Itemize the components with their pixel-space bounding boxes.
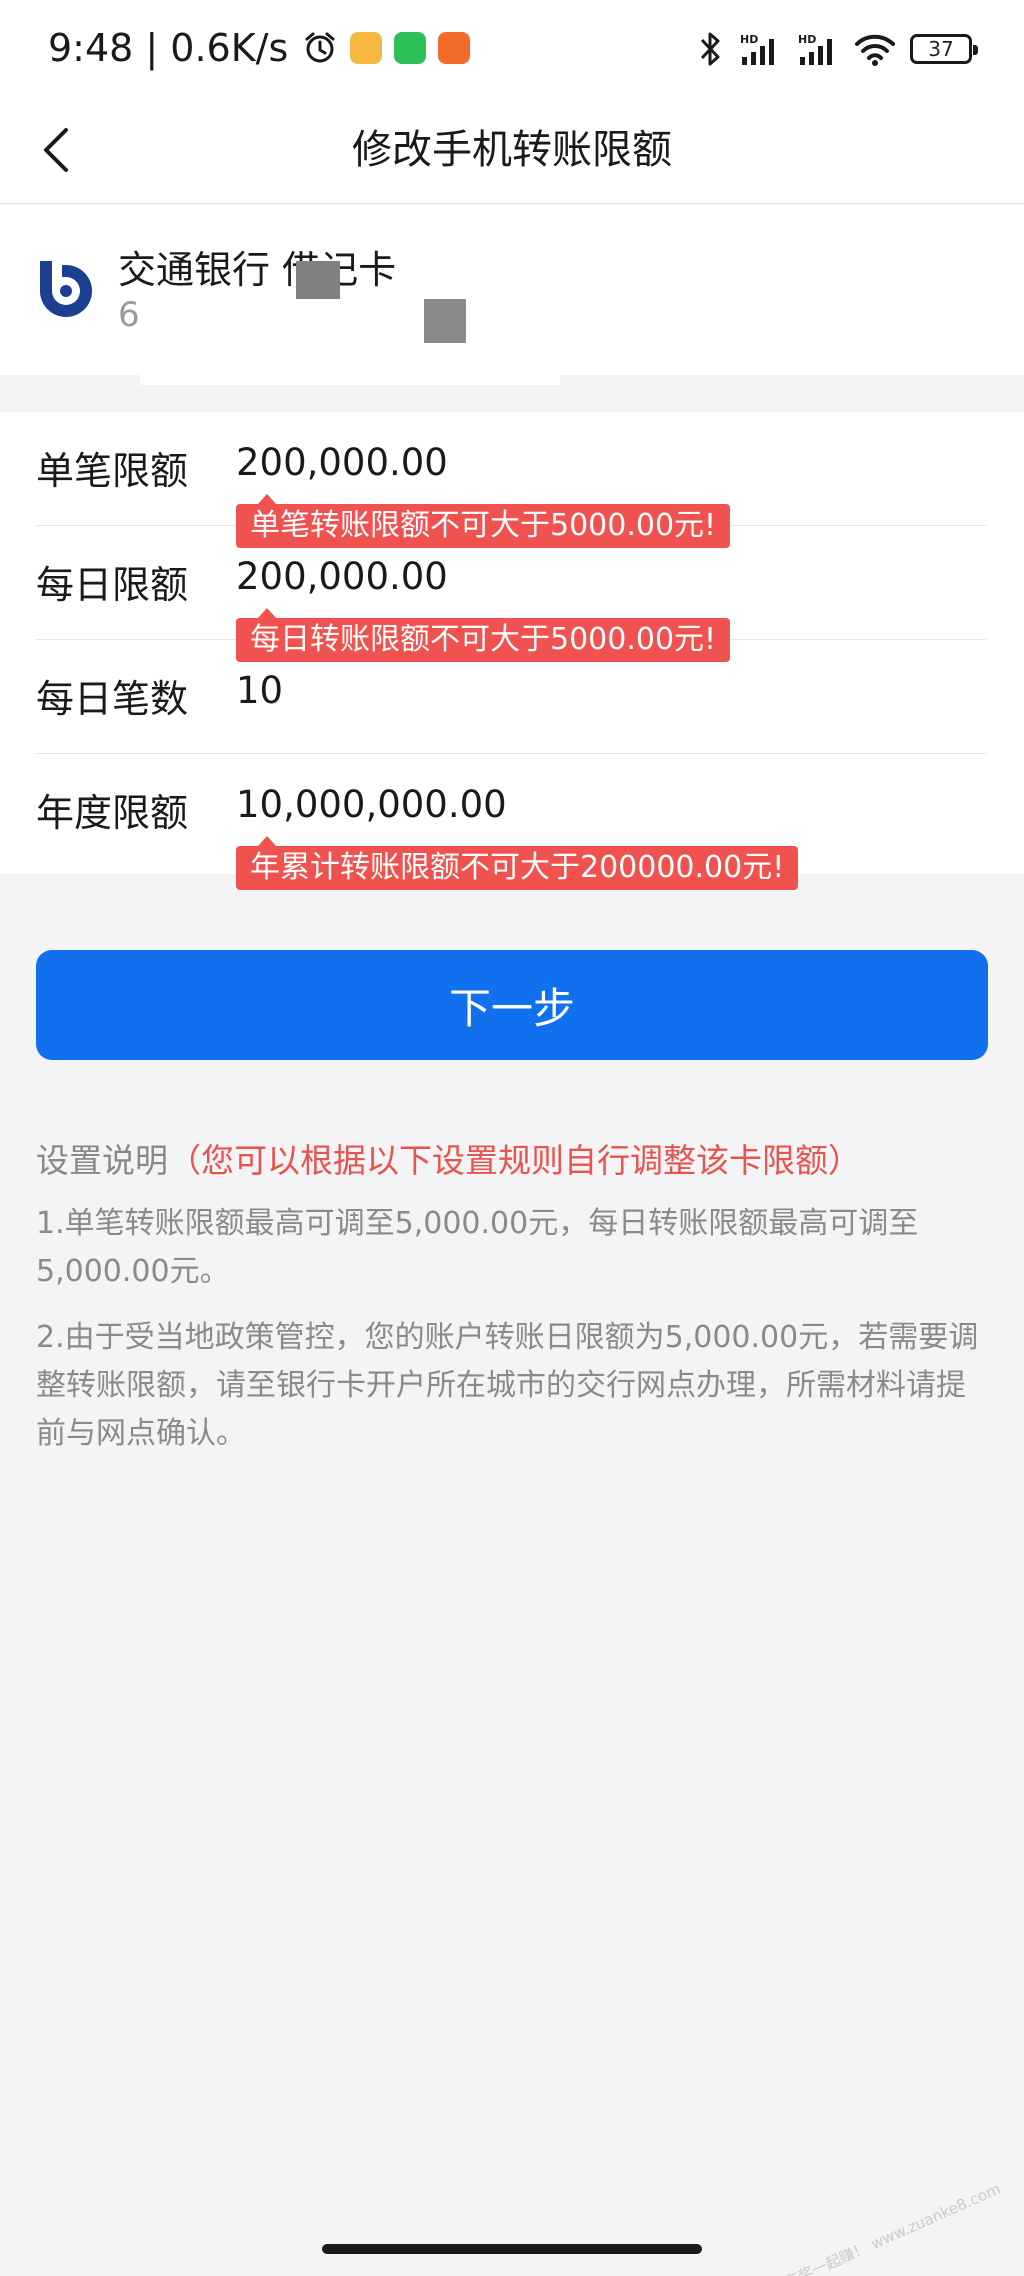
annual-limit-label: 年度限额 — [36, 791, 189, 835]
bank-name: 交通银行 借记卡 — [118, 248, 397, 292]
single-limit-row: 单笔限额 单笔转账限额不可大于5000.00元! — [36, 412, 986, 548]
svg-text:HD: HD — [798, 33, 816, 46]
notes-title: 设置说明（您可以根据以下设置规则自行调整该卡限额） — [36, 1134, 988, 1182]
daily-limit-input[interactable] — [236, 550, 936, 602]
watermark: 赚客吧，有奖一起赚！ www.zuanke8.com — [726, 2179, 1004, 2276]
single-limit-label: 单笔限额 — [36, 449, 189, 493]
chevron-left-icon[interactable] — [36, 124, 76, 176]
notes-item: 1.单笔转账限额最高可调至5,000.00元，每日转账限额最高可调至5,000.… — [36, 1206, 919, 1289]
notes-app-icon — [350, 32, 383, 64]
svg-text:HD: HD — [740, 33, 758, 46]
hd-signal-icon: HD — [740, 33, 774, 65]
back-button[interactable] — [20, 114, 92, 186]
daily-limit-label: 每日限额 — [36, 563, 189, 607]
settings-notes: 设置说明（您可以根据以下设置规则自行调整该卡限额） 1.单笔转账限额最高可调至5… — [36, 1134, 988, 1458]
annual-limit-input[interactable] — [236, 778, 936, 830]
bank-logo-icon — [40, 261, 92, 317]
battery-level: 37 — [928, 37, 954, 61]
status-left: 9:48 | 0.6K/s — [48, 22, 471, 74]
daily-count-input[interactable] — [236, 664, 936, 716]
home-indicator[interactable] — [322, 2244, 702, 2254]
card-info: 交通银行 借记卡 6 — [0, 205, 1024, 385]
single-limit-input[interactable] — [236, 436, 936, 488]
alarm-icon — [305, 32, 335, 63]
notes-item: 2.由于受当地政策管控，您的账户转账日限额为5,000.00元，若需要调整转账限… — [36, 1320, 979, 1451]
wifi-icon — [855, 34, 895, 66]
notes-title-text: 设置说明 — [36, 1141, 168, 1180]
status-time-speed: 9:48 | 0.6K/s — [48, 26, 289, 70]
limit-form: 单笔限额 单笔转账限额不可大于5000.00元! 每日限额 每日转账限额不可大于… — [0, 412, 1024, 890]
status-right: HD HD 37 — [698, 26, 978, 72]
battery-icon: 37 — [910, 34, 978, 64]
daily-limit-error: 每日转账限额不可大于5000.00元! — [236, 608, 731, 662]
video-app-icon — [438, 32, 471, 64]
nav-bar: 修改手机转账限额 — [0, 96, 1024, 204]
redaction-block — [296, 261, 340, 299]
masked-area — [140, 325, 560, 385]
redaction-block — [424, 299, 466, 343]
single-limit-error: 单笔转账限额不可大于5000.00元! — [236, 494, 731, 548]
annual-limit-error: 年累计转账限额不可大于200000.00元! — [236, 836, 799, 890]
card-number: 6 — [118, 295, 140, 335]
daily-count-label: 每日笔数 — [36, 677, 189, 721]
bluetooth-icon — [700, 32, 720, 66]
status-bar: 9:48 | 0.6K/s HD HD 37 — [0, 0, 1024, 96]
hd-signal-icon: HD — [798, 33, 832, 65]
annual-limit-row: 年度限额 年累计转账限额不可大于200000.00元! — [36, 754, 986, 890]
wechat-icon — [394, 32, 427, 64]
page-title: 修改手机转账限额 — [352, 127, 672, 173]
next-button[interactable]: 下一步 — [36, 950, 988, 1060]
notes-hint: （您可以根据以下设置规则自行调整该卡限额） — [168, 1141, 861, 1180]
